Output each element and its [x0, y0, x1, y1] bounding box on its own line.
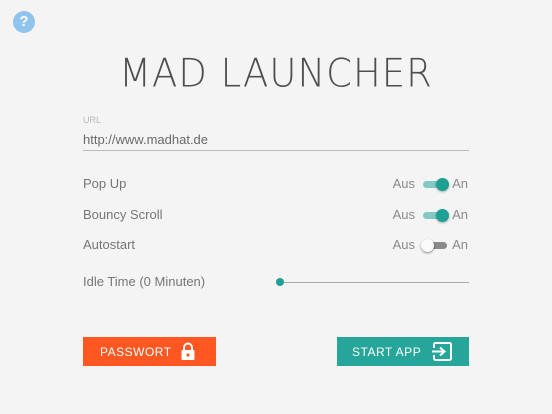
- autostart-toggle[interactable]: [421, 238, 447, 252]
- setting-autostart-on-label: An: [452, 237, 468, 252]
- lock-icon: [181, 342, 195, 360]
- start-app-button[interactable]: START APP: [337, 337, 469, 366]
- url-label: URL: [83, 115, 102, 125]
- setting-bouncy-scroll-on-label: An: [452, 207, 468, 222]
- setting-bouncy-scroll-off-label: Aus: [392, 207, 415, 222]
- toggle-thumb: [421, 239, 434, 252]
- setting-autostart-label: Autostart: [83, 237, 136, 252]
- popup-toggle[interactable]: [423, 177, 449, 191]
- toggle-thumb: [436, 209, 449, 222]
- setting-popup-label: Pop Up: [83, 176, 127, 191]
- setting-popup: Pop Up Aus An: [83, 175, 469, 193]
- setting-bouncy-scroll-label: Bouncy Scroll: [83, 207, 163, 222]
- setting-autostart: Autostart Aus An: [83, 236, 469, 254]
- bouncy-scroll-toggle[interactable]: [423, 208, 449, 222]
- slider-rail: [276, 282, 469, 283]
- slider-knob[interactable]: [276, 278, 284, 286]
- idle-time-slider[interactable]: [276, 276, 469, 288]
- setting-popup-off-label: Aus: [392, 176, 415, 191]
- password-button[interactable]: PASSWORT: [83, 337, 216, 366]
- help-button[interactable]: ?: [13, 11, 35, 33]
- setting-popup-on-label: An: [452, 176, 468, 191]
- setting-autostart-off-label: Aus: [392, 237, 415, 252]
- toggle-thumb: [436, 178, 449, 191]
- exit-to-app-icon: [432, 342, 452, 361]
- url-input[interactable]: [83, 129, 469, 151]
- idle-time-label: Idle Time (0 Minuten): [83, 274, 206, 289]
- setting-bouncy-scroll: Bouncy Scroll Aus An: [83, 206, 469, 224]
- app-title: MAD LAUNCHER: [119, 50, 433, 97]
- password-button-label: PASSWORT: [100, 344, 172, 359]
